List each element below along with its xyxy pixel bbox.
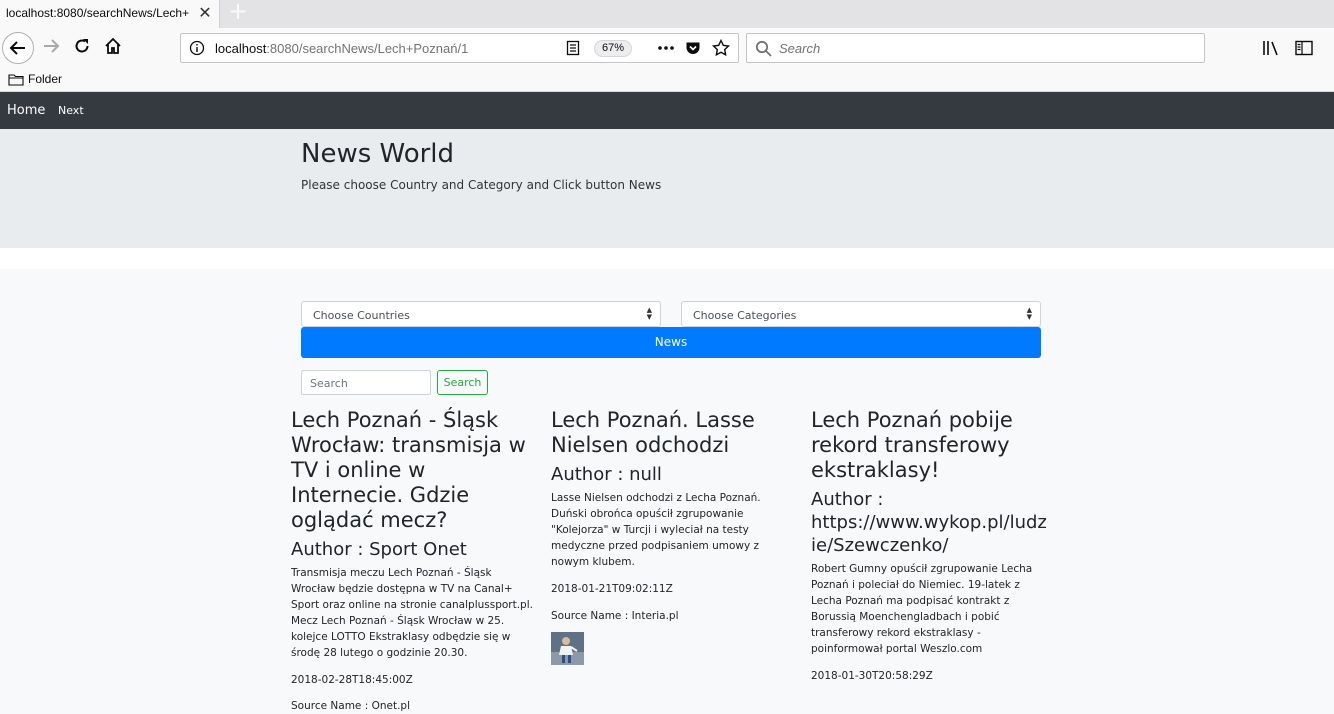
news-description: Lasse Nielsen odchodzi z Lecha Poznań. D… bbox=[551, 492, 761, 568]
news-image[interactable] bbox=[551, 632, 584, 665]
news-description: Robert Gumny opuścił zgrupowanie Lecha P… bbox=[811, 563, 1033, 655]
news-card: Lech Poznań pobije rekord transferowy ek… bbox=[811, 408, 1047, 684]
news-description: Transmisja meczu Lech Poznań - Śląsk Wro… bbox=[291, 567, 533, 659]
news-author: Author : Sport Onet bbox=[291, 539, 467, 560]
nav-next-link[interactable]: Next bbox=[58, 104, 84, 117]
page-title: News World bbox=[301, 139, 455, 169]
news-date: 2018-02-28T18:45:00Z bbox=[291, 674, 413, 686]
library-icon[interactable] bbox=[1262, 40, 1280, 56]
select-arrows-icon: ▲ ▼ bbox=[1026, 306, 1032, 321]
divider-strip bbox=[0, 248, 1334, 269]
news-title[interactable]: Lech Poznań. Lasse Nielsen odchodzi bbox=[551, 408, 796, 458]
forward-button[interactable] bbox=[36, 32, 66, 62]
select-arrows-icon: ▲ ▼ bbox=[646, 306, 652, 321]
new-tab-icon[interactable]: + bbox=[228, 0, 248, 24]
page-subtitle: Please choose Country and Category and C… bbox=[301, 178, 662, 192]
search-input[interactable]: Search bbox=[301, 370, 431, 395]
reload-icon bbox=[75, 39, 89, 53]
categories-select-label: Choose Categories bbox=[693, 309, 797, 322]
reload-button[interactable] bbox=[67, 32, 97, 62]
news-button[interactable]: News bbox=[301, 327, 1041, 358]
countries-select-label: Choose Countries bbox=[313, 309, 410, 322]
bookmark-folder-label: Folder bbox=[28, 72, 63, 86]
search-icon bbox=[755, 40, 772, 57]
news-source: Source Name : Onet.pl bbox=[291, 700, 411, 712]
player-photo-icon bbox=[551, 632, 584, 665]
reader-view-icon[interactable] bbox=[565, 40, 581, 56]
forward-arrow-icon bbox=[44, 39, 60, 53]
url-host: localhost bbox=[215, 41, 267, 56]
zoom-level[interactable]: 67% bbox=[594, 40, 633, 57]
bookmarks-toolbar: Folder bbox=[0, 68, 1334, 92]
url-bar[interactable]: localhost:8080/searchNews/Lech+Poznań/1 … bbox=[180, 33, 739, 63]
site-navbar: Home Next bbox=[0, 92, 1334, 129]
news-date: 2018-01-30T20:58:29Z bbox=[811, 670, 933, 682]
countries-select[interactable]: Choose Countries ▲ ▼ bbox=[301, 301, 661, 327]
news-card: Lech Poznań. Lasse Nielsen odchodzi Auth… bbox=[551, 408, 796, 665]
folder-icon bbox=[8, 74, 24, 86]
search-input-placeholder: Search bbox=[310, 377, 348, 390]
browser-search-bar[interactable]: Search bbox=[746, 33, 1205, 63]
bookmark-star-icon[interactable] bbox=[712, 39, 730, 57]
back-arrow-icon bbox=[9, 41, 25, 55]
browser-tab[interactable]: localhost:8080/searchNews/Lech+Poznań/1 … bbox=[0, 0, 220, 28]
browser-tab-bar: localhost:8080/searchNews/Lech+Poznań/1 … bbox=[0, 0, 1334, 28]
jumbotron: News World Please choose Country and Cat… bbox=[0, 129, 1334, 248]
categories-select[interactable]: Choose Categories ▲ ▼ bbox=[681, 301, 1041, 327]
nav-home-link[interactable]: Home bbox=[7, 103, 45, 118]
pocket-icon[interactable] bbox=[685, 40, 701, 56]
tab-title: localhost:8080/searchNews/Lech+Poznań/1 bbox=[6, 6, 190, 20]
news-author: Author : null bbox=[551, 464, 662, 485]
sidebar-icon[interactable] bbox=[1295, 40, 1313, 56]
news-author: Author : https://www.wykop.pl/ludzie/Sze… bbox=[811, 489, 1047, 556]
news-source: Source Name : Interia.pl bbox=[551, 610, 679, 622]
news-card: Lech Poznań - Śląsk Wrocław: transmisja … bbox=[291, 408, 536, 714]
url-path: :8080/searchNews/Lech+Poznań/1 bbox=[266, 41, 469, 56]
search-button[interactable]: Search bbox=[437, 370, 488, 395]
home-button[interactable] bbox=[98, 32, 128, 62]
back-button[interactable] bbox=[2, 32, 34, 64]
news-title[interactable]: Lech Poznań pobije rekord transferowy ek… bbox=[811, 408, 1047, 483]
url-text[interactable]: localhost:8080/searchNews/Lech+Poznań/1 bbox=[215, 41, 468, 56]
browser-search-placeholder: Search bbox=[779, 41, 821, 56]
page-actions-icon[interactable] bbox=[657, 40, 675, 56]
news-date: 2018-01-21T09:02:11Z bbox=[551, 583, 673, 595]
tab-close-icon[interactable]: ✕ bbox=[196, 3, 214, 23]
home-icon bbox=[105, 37, 121, 54]
info-icon[interactable] bbox=[189, 40, 205, 56]
news-title[interactable]: Lech Poznań - Śląsk Wrocław: transmisja … bbox=[291, 408, 536, 533]
